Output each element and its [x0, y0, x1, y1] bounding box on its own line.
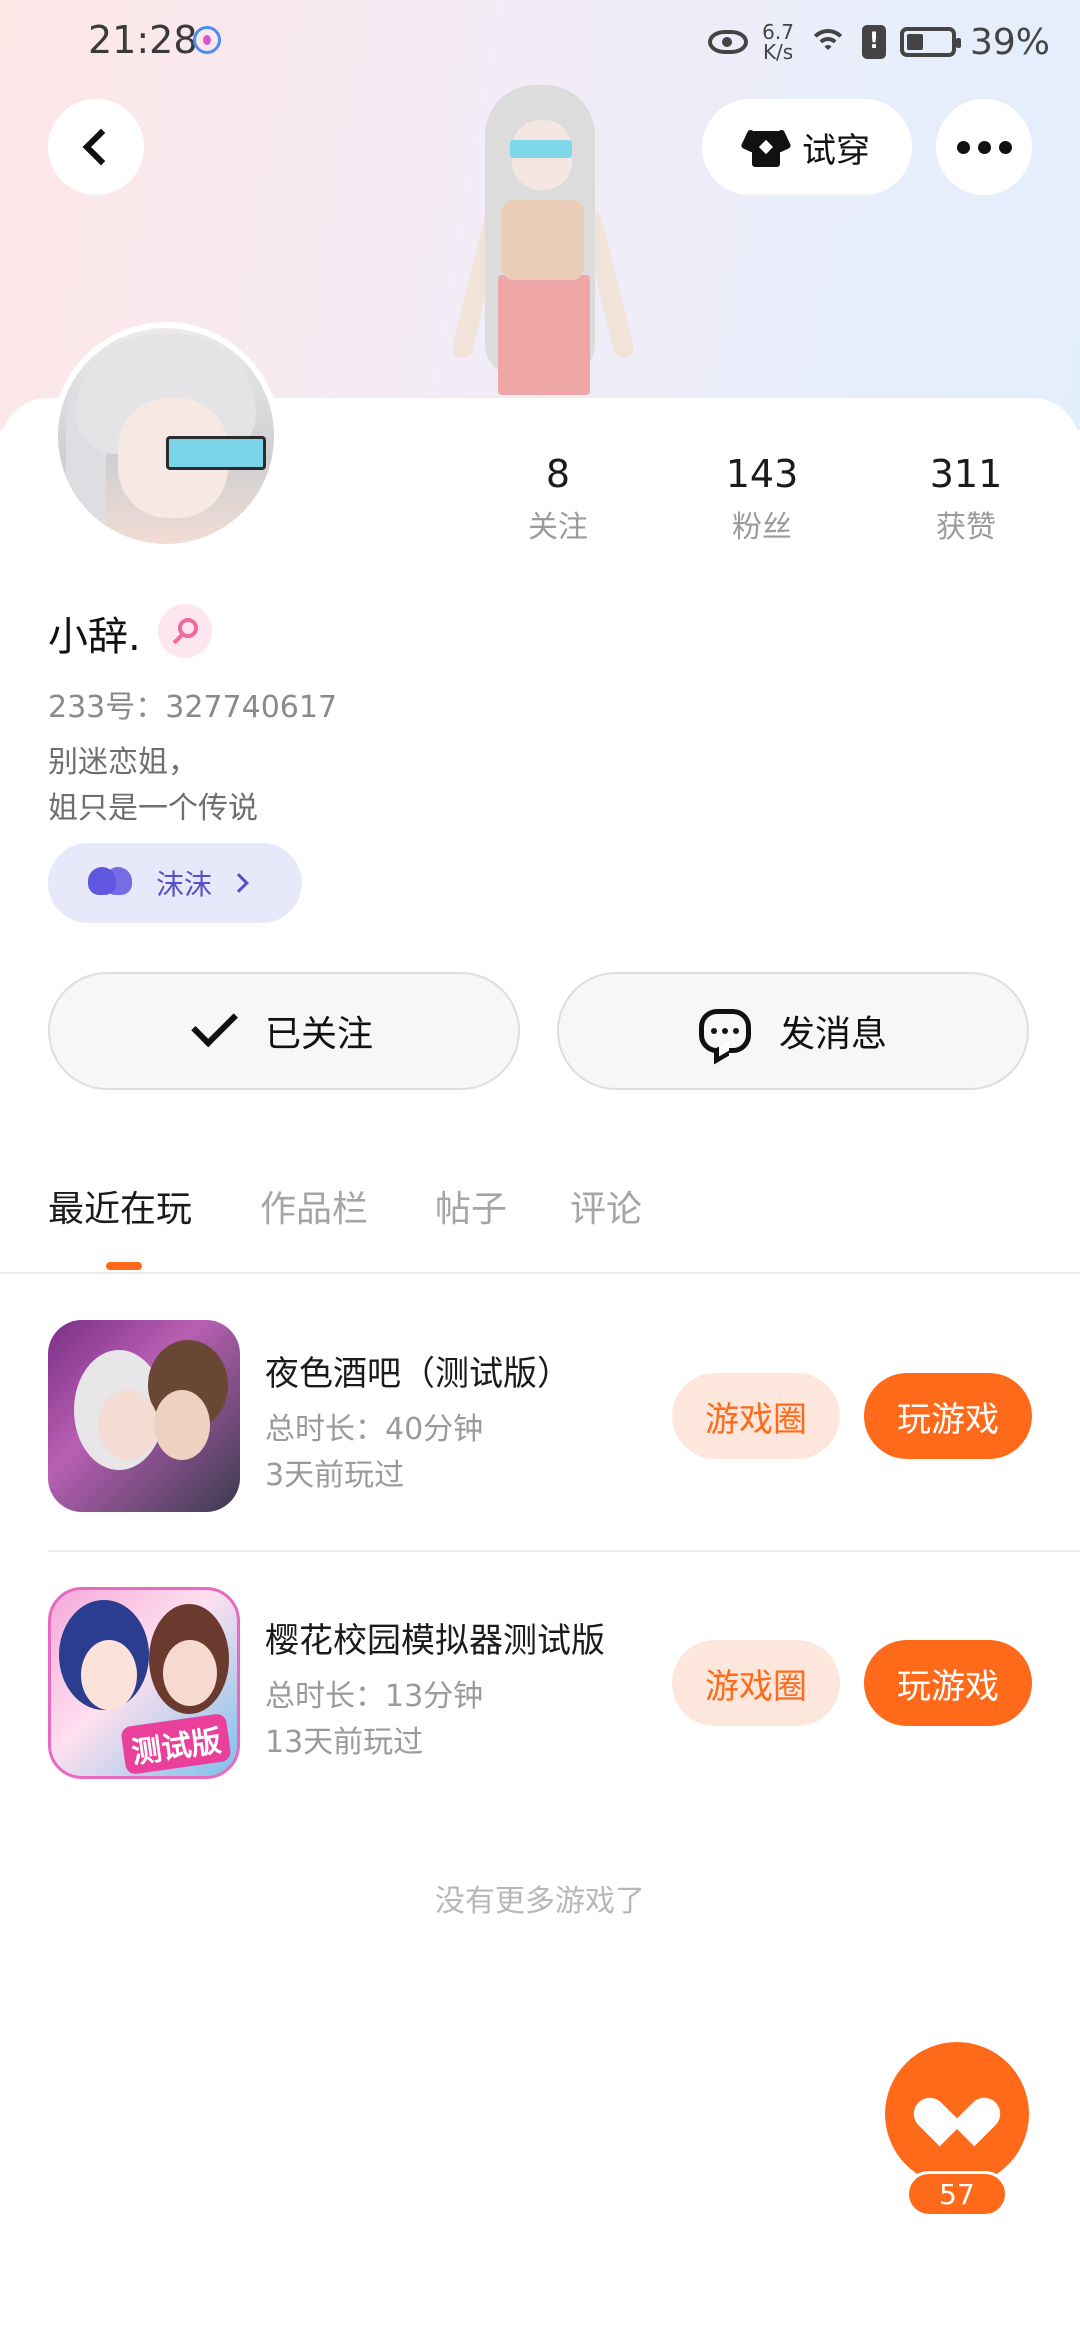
tab-divider: [0, 1272, 1080, 1274]
eye-icon: [708, 30, 749, 54]
game-row[interactable]: 夜色酒吧（测试版） 总时长：40分钟 3天前玩过 游戏圈 玩游戏: [0, 1320, 1080, 1520]
net-speed-unit: K/s: [762, 40, 794, 64]
profile-page: 21:28 6.7 K/s ! 39% 试穿 8 关注 143 粉丝 311 获…: [0, 0, 1080, 2340]
user-bio: 别迷恋姐， 姐只是一个传说: [48, 740, 258, 832]
status-time: 21:28: [88, 18, 198, 62]
stat-fans[interactable]: 143 粉丝: [682, 450, 842, 546]
game-circle-button[interactable]: 游戏圈: [672, 1640, 840, 1726]
chat-bubble-icon: [698, 1009, 751, 1053]
game-duration: 总时长：13分钟: [265, 1679, 484, 1714]
music-icon: [193, 26, 221, 54]
like-count: 57: [906, 2171, 1008, 2217]
play-game-button[interactable]: 玩游戏: [864, 1373, 1032, 1459]
heart-icon: [907, 2089, 1007, 2147]
game-title: 樱花校园模拟器测试版: [265, 1621, 605, 1661]
game-row[interactable]: 测试版 樱花校园模拟器测试版 总时长：13分钟 13天前玩过 游戏圈 玩游戏: [0, 1587, 1080, 1787]
game-last-played: 3天前玩过: [265, 1458, 405, 1493]
stat-value: 311: [929, 452, 1003, 496]
tab-indicator: [106, 1262, 142, 1270]
tab-comments[interactable]: 评论: [570, 1180, 642, 1232]
stat-value: 8: [545, 452, 571, 496]
follow-label: 已关注: [264, 1014, 373, 1055]
stat-label: 粉丝: [732, 510, 792, 545]
check-icon: [191, 1000, 238, 1048]
message-label: 发消息: [778, 1014, 887, 1055]
row-divider: [48, 1550, 1080, 1552]
couple-label: 沫沫: [156, 868, 213, 901]
more-icon: [956, 140, 1012, 154]
game-icon[interactable]: 测试版: [48, 1587, 240, 1779]
follow-button[interactable]: 已关注: [48, 972, 520, 1090]
test-version-badge: 测试版: [120, 1712, 232, 1776]
tab-posts[interactable]: 帖子: [435, 1180, 507, 1232]
back-button[interactable]: [48, 99, 144, 195]
stat-value: 143: [725, 452, 799, 496]
wifi-icon: [807, 27, 848, 57]
like-button[interactable]: [885, 2042, 1029, 2186]
no-more-games: 没有更多游戏了: [435, 1884, 645, 1919]
tab-works[interactable]: 作品栏: [260, 1180, 368, 1232]
message-button[interactable]: 发消息: [557, 972, 1029, 1090]
status-bar: 21:28 6.7 K/s ! 39%: [0, 0, 1080, 84]
content-tabs: 最近在玩 作品栏 帖子 评论: [0, 1180, 1080, 1272]
try-on-button[interactable]: 试穿: [702, 99, 912, 195]
female-icon: [158, 604, 212, 658]
net-speed-value: 6.7: [762, 20, 794, 44]
play-game-button[interactable]: 玩游戏: [864, 1640, 1032, 1726]
more-button[interactable]: [936, 99, 1032, 195]
back-icon: [82, 128, 120, 166]
game-last-played: 13天前玩过: [265, 1725, 424, 1760]
user-id: 233号：327740617: [48, 690, 338, 725]
stat-likes[interactable]: 311 获赞: [886, 450, 1046, 546]
try-on-label: 试穿: [802, 130, 870, 171]
stat-following[interactable]: 8 关注: [478, 450, 638, 546]
avatar[interactable]: [52, 322, 280, 550]
game-circle-button[interactable]: 游戏圈: [672, 1373, 840, 1459]
alert-icon: !: [861, 25, 886, 59]
status-icons: 6.7 K/s ! 39%: [708, 14, 1050, 70]
user-name: 小辞.: [48, 614, 141, 660]
bio-line: 别迷恋姐，: [48, 745, 198, 780]
shirt-icon: [740, 127, 792, 167]
bio-line: 姐只是一个传说: [48, 791, 258, 826]
tab-recent[interactable]: 最近在玩: [48, 1180, 192, 1232]
couple-badge[interactable]: 沫沫: [48, 843, 302, 923]
game-title: 夜色酒吧（测试版）: [265, 1354, 571, 1394]
battery-percent: 39%: [969, 21, 1050, 63]
battery-icon: [899, 27, 961, 57]
stat-label: 获赞: [936, 510, 996, 545]
net-speed: 6.7 K/s: [762, 22, 794, 62]
game-icon[interactable]: [48, 1320, 240, 1512]
avatar-figure[interactable]: [440, 80, 650, 400]
stat-label: 关注: [528, 510, 588, 545]
game-duration: 总时长：40分钟: [265, 1412, 484, 1447]
chevron-right-icon: [229, 873, 249, 893]
couple-hearts-icon: [88, 865, 136, 901]
